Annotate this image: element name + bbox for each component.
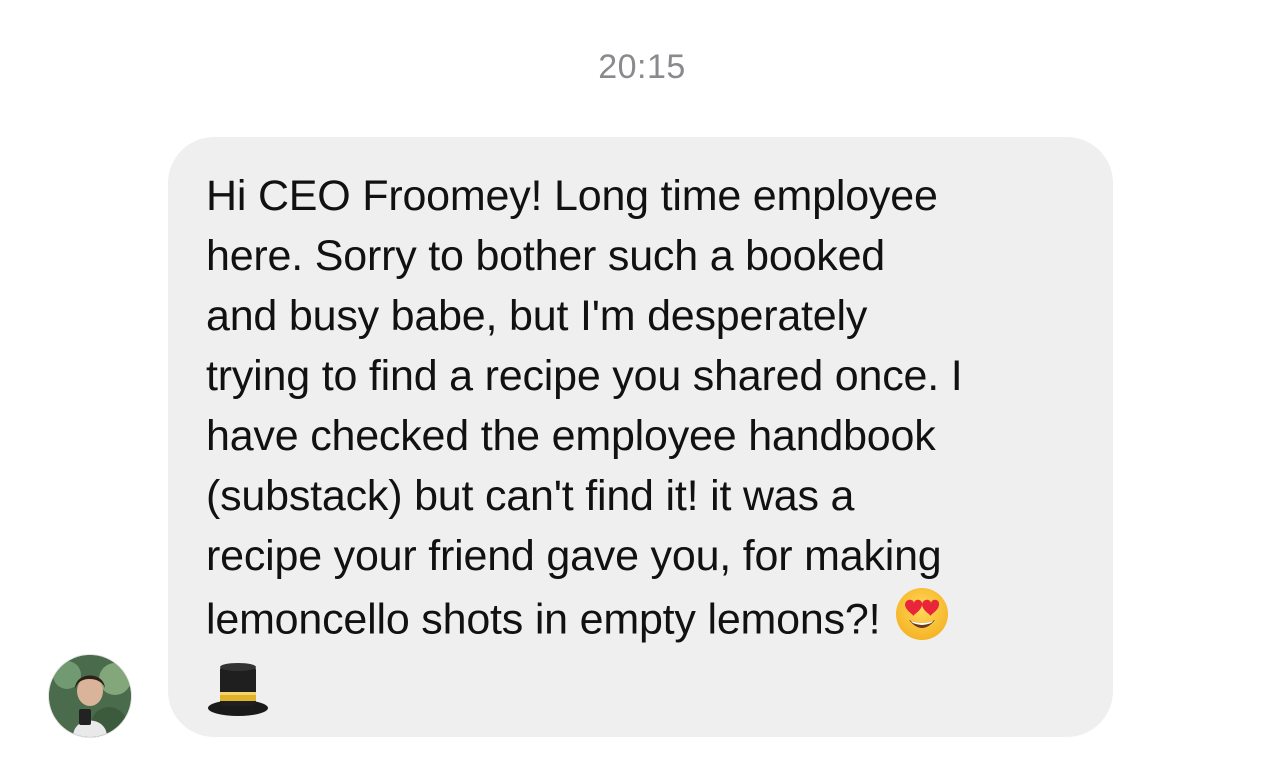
message-text-line: trying to find a recipe you shared once.…	[206, 352, 963, 400]
message-text-line-with-emoji: lemoncello shots in empty lemons?!	[206, 586, 1075, 658]
message-text-line: here. Sorry to bother such a booked	[206, 232, 886, 280]
avatar-photo-icon	[49, 655, 131, 737]
dm-conversation: 20:15 Hi CEO Froomey! Long time employee…	[0, 0, 1284, 777]
message-text-line: and busy babe, but I'm desperately	[206, 292, 868, 340]
sender-avatar[interactable]	[49, 655, 131, 737]
message-text-line: lemoncello shots in empty lemons?!	[206, 595, 881, 644]
message-text-line: recipe your friend gave you, for making	[206, 532, 942, 580]
message-timestamp: 20:15	[598, 48, 686, 86]
incoming-message-bubble[interactable]: Hi CEO Froomey! Long time employee here.…	[168, 137, 1113, 737]
top-hat-emoji-line	[206, 658, 1075, 722]
message-text-line: have checked the employee handbook	[206, 412, 936, 460]
message-text-line: Hi CEO Froomey! Long time employee	[206, 172, 938, 220]
top-hat-emoji-icon	[206, 663, 270, 722]
heart-eyes-emoji-icon	[894, 586, 950, 658]
message-text-line: (substack) but can't find it! it was a	[206, 472, 855, 520]
